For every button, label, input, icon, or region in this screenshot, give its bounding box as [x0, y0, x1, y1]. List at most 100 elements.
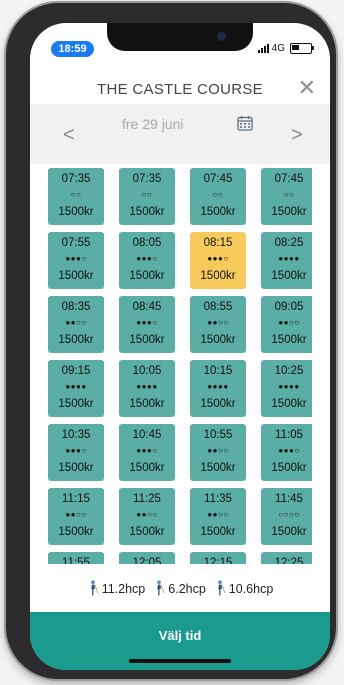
slot-availability: ●●○○ — [65, 318, 87, 327]
slot-time: 10:15 — [203, 365, 233, 377]
battery-icon — [290, 43, 314, 54]
tee-time-slot[interactable]: 11:35 ●●○○ 1500kr — [190, 488, 246, 545]
golfer-icon — [90, 580, 99, 596]
status-time: 18:59 — [51, 41, 94, 57]
slot-availability: ●●●○ — [278, 446, 300, 455]
slot-price: 1500kr — [200, 462, 236, 474]
slot-time: 08:15 — [203, 237, 233, 249]
tee-time-slot[interactable]: 07:35 ○○ 1500kr — [119, 168, 175, 225]
slot-price: 1500kr — [200, 526, 236, 538]
home-indicator[interactable] — [129, 659, 231, 663]
slot-availability: ●●●● — [65, 382, 87, 391]
slot-price: 1500kr — [271, 526, 307, 538]
prev-day-button[interactable]: < — [63, 124, 75, 147]
slot-availability: ●●○○ — [207, 510, 229, 519]
slot-time: 07:35 — [61, 173, 91, 185]
slot-time: 08:45 — [132, 301, 162, 313]
tee-time-slot[interactable]: 10:25 ●●●● 1500kr — [261, 360, 312, 417]
close-icon[interactable]: ✕ — [298, 75, 316, 101]
slot-availability: ●●●● — [278, 254, 300, 263]
slot-time: 11:25 — [133, 493, 161, 505]
tee-time-slot[interactable]: 08:45 ●●●○ 1500kr — [119, 296, 175, 353]
tee-time-slot[interactable]: 07:35 ○○ 1500kr — [48, 168, 104, 225]
slot-time: 07:45 — [274, 173, 304, 185]
slot-availability: ○○ — [212, 190, 224, 199]
slot-price: 1500kr — [58, 462, 94, 474]
app-screen: 18:59 4G THE CASTLE COURSE ✕ < fre 29 ju… — [30, 23, 330, 670]
slot-time: 11:15 — [62, 493, 90, 505]
tee-time-slot[interactable]: 08:55 ●●○○ 1500kr — [190, 296, 246, 353]
slot-price: 1500kr — [129, 398, 165, 410]
slot-time: 08:35 — [61, 301, 91, 313]
slot-availability: ○○ — [70, 190, 82, 199]
tee-time-slot[interactable]: 08:25 ●●●● 1500kr — [261, 232, 312, 289]
slot-time: 08:55 — [203, 301, 233, 313]
slot-price: 1500kr — [58, 206, 94, 218]
slot-time: 08:05 — [132, 237, 162, 249]
page-title: THE CASTLE COURSE — [97, 81, 263, 98]
slot-availability: ●●●○ — [207, 254, 229, 263]
slot-price: 1500kr — [129, 334, 165, 346]
tee-time-slot[interactable]: 08:05 ●●●○ 1500kr — [119, 232, 175, 289]
header: THE CASTLE COURSE ✕ — [30, 75, 330, 107]
slot-price: 1500kr — [129, 206, 165, 218]
tee-time-slot[interactable]: 11:05 ●●●○ 1500kr — [261, 424, 312, 481]
tee-time-slot[interactable]: 11:55 — [48, 552, 104, 564]
tee-time-slot[interactable]: 10:05 ●●●● 1500kr — [119, 360, 175, 417]
player-handicap: 6.2hcp — [153, 580, 206, 596]
tee-time-slot[interactable]: 12:25 — [261, 552, 312, 564]
slot-time: 09:05 — [274, 301, 304, 313]
slot-time: 11:55 — [62, 557, 90, 564]
tee-time-slot[interactable]: 09:05 ●●○○ 1500kr — [261, 296, 312, 353]
player-handicap: 11.2hcp — [87, 580, 145, 596]
tee-time-slot[interactable]: 09:15 ●●●● 1500kr — [48, 360, 104, 417]
slot-time: 08:25 — [274, 237, 304, 249]
tee-time-slot[interactable]: 11:15 ●●○○ 1500kr — [48, 488, 104, 545]
slot-time: 11:35 — [204, 493, 232, 505]
tee-time-slot[interactable]: 10:55 ●●○○ 1500kr — [190, 424, 246, 481]
slot-price: 1500kr — [271, 270, 307, 282]
golfer-icon — [157, 580, 165, 596]
slot-availability: ●●●● — [207, 382, 229, 391]
slot-price: 1500kr — [129, 526, 165, 538]
slot-availability: ●●●● — [278, 382, 300, 391]
slot-price: 1500kr — [200, 334, 236, 346]
tee-time-slot[interactable]: 12:05 — [119, 552, 175, 564]
golfer-icon — [217, 580, 226, 596]
slot-price: 1500kr — [58, 398, 94, 410]
tee-time-slot[interactable]: 07:45 ○○ 1500kr — [190, 168, 246, 225]
slot-availability: ●●●○ — [136, 318, 158, 327]
slot-time: 11:05 — [275, 429, 303, 441]
tee-time-slot[interactable]: 08:15 ●●●○ 1500kr — [190, 232, 246, 289]
tee-time-slot[interactable]: 11:25 ●●○○ 1500kr — [119, 488, 175, 545]
tee-time-grid: 07:35 ○○ 1500kr 07:35 ○○ 1500kr 07:45 ○○ 1500kr 0… — [48, 168, 312, 564]
tee-time-slot[interactable]: 10:45 ●●●○ 1500kr — [119, 424, 175, 481]
slot-availability: ●●○○ — [207, 446, 229, 455]
tee-time-slot[interactable]: 07:45 ○○ 1500kr — [261, 168, 312, 225]
slot-price: 1500kr — [271, 334, 307, 346]
tee-time-slot[interactable]: 10:35 ●●●○ 1500kr — [48, 424, 104, 481]
slot-availability: ●●●● — [136, 382, 158, 391]
network-label: 4G — [271, 43, 285, 54]
slot-price: 1500kr — [200, 270, 236, 282]
next-day-button[interactable]: > — [291, 124, 303, 147]
camera-icon — [217, 32, 226, 41]
slot-price: 1500kr — [271, 398, 307, 410]
tee-time-slot[interactable]: 07:55 ●●●○ 1500kr — [48, 232, 104, 289]
calendar-icon[interactable] — [237, 115, 253, 131]
slot-time: 10:55 — [203, 429, 233, 441]
tee-time-slot[interactable]: 12:15 — [190, 552, 246, 564]
slot-availability: ●●○○ — [278, 318, 300, 327]
slot-availability: ●●●○ — [65, 254, 87, 263]
slot-time: 12:25 — [274, 557, 304, 564]
slot-availability: ●●●○ — [136, 254, 158, 263]
slot-time: 07:55 — [61, 237, 91, 249]
tee-time-slot[interactable]: 10:15 ●●●● 1500kr — [190, 360, 246, 417]
slot-time: 10:45 — [132, 429, 162, 441]
signal-icon — [257, 44, 269, 53]
tee-time-slot[interactable]: 08:35 ●●○○ 1500kr — [48, 296, 104, 353]
slot-price: 1500kr — [58, 526, 94, 538]
slot-availability: ●●●○ — [136, 446, 158, 455]
slot-time: 09:15 — [61, 365, 91, 377]
tee-time-slot[interactable]: 11:45 ○○○○ 1500kr — [261, 488, 312, 545]
